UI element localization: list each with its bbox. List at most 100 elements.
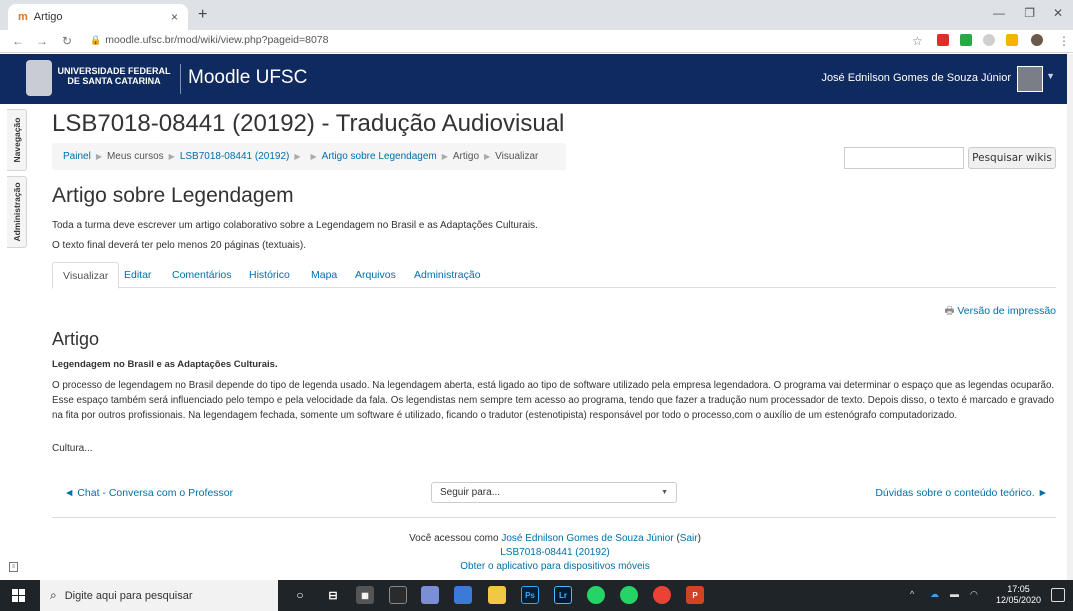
notification-center-icon[interactable] [1051, 588, 1065, 602]
breadcrumb-separator-icon: ▶ [441, 152, 448, 161]
task-view-icon[interactable]: ⊟ [324, 586, 342, 604]
app-icon[interactable] [454, 586, 472, 604]
tray-chevron-up-icon[interactable]: ^ [910, 589, 914, 599]
footer-divider [52, 517, 1056, 518]
browser-tab[interactable]: m Artigo × [8, 4, 188, 30]
dock-navigation[interactable]: Navegação [7, 109, 27, 171]
tab-title: Artigo [33, 11, 63, 23]
minimize-icon[interactable]: — [993, 6, 1005, 20]
previous-activity-link[interactable]: ◄ Chat - Conversa com o Professor [64, 487, 233, 499]
app-icon[interactable] [421, 586, 439, 604]
page-scrollbar[interactable] [1067, 54, 1073, 580]
page-title: LSB7018-08441 (20192) - Tradução Audiovi… [52, 110, 565, 137]
extension-icon[interactable] [1006, 34, 1018, 46]
cortana-icon[interactable]: ○ [291, 586, 309, 604]
battery-icon[interactable]: ▬ [950, 589, 959, 599]
profile-avatar-icon[interactable] [1031, 34, 1043, 46]
user-menu-name[interactable]: José Ednilson Gomes de Souza Júnior [821, 72, 1011, 84]
tab-close-icon[interactable]: × [171, 10, 178, 24]
taskbar-clock[interactable]: 17:05 12/05/2020 [996, 584, 1041, 606]
university-name[interactable]: UNIVERSIDADE FEDERAL DE SANTA CATARINA [56, 66, 172, 86]
breadcrumb-separator-icon: ▶ [310, 152, 317, 161]
printer-icon: 🖶 [944, 305, 955, 317]
print-version-link[interactable]: 🖶 Versão de impressão [944, 303, 1056, 321]
new-tab-button[interactable]: + [198, 6, 207, 24]
logout-link[interactable]: Sair [680, 533, 698, 544]
chrome-icon[interactable] [653, 586, 671, 604]
avatar[interactable] [1017, 66, 1043, 92]
whatsapp-icon[interactable] [620, 586, 638, 604]
breadcrumb-item-course[interactable]: LSB7018-08441 (20192) [180, 151, 290, 162]
breadcrumb-item-visualizar: Visualizar [495, 151, 539, 162]
search-wikis-button[interactable]: Pesquisar wikis [968, 147, 1056, 169]
document-icon[interactable]: ≡ [9, 562, 18, 572]
whatsapp-icon[interactable] [587, 586, 605, 604]
logged-in-info: Você acessou como José Ednilson Gomes de… [409, 533, 701, 544]
footer-course-link[interactable]: LSB7018-08441 (20192) [500, 547, 610, 558]
breadcrumb-item-painel[interactable]: Painel [63, 151, 91, 162]
jump-to-select[interactable]: Seguir para... ▼ [431, 482, 677, 503]
next-activity-link[interactable]: Dúvidas sobre o conteúdo teórico. ► [875, 487, 1048, 499]
forward-icon[interactable]: → [36, 34, 48, 48]
footer-course-link-row: LSB7018-08441 (20192) [0, 547, 1073, 558]
close-window-icon[interactable]: ✕ [1053, 6, 1063, 20]
browser-menu-icon[interactable]: ⋮ [1058, 34, 1070, 48]
app-icon[interactable] [389, 586, 407, 604]
wiki-body-text: O processo de legendagem no Brasil depen… [52, 380, 1055, 422]
wiki-intro-line: O texto final deverá ter pelo menos 20 p… [52, 240, 307, 251]
wiki-tabs: Visualizar Editar Comentários Histórico … [52, 262, 1056, 289]
extension-icon[interactable] [983, 34, 995, 46]
breadcrumb-item-wiki[interactable]: Artigo sobre Legendagem [322, 151, 437, 162]
tab-visualizar[interactable]: Visualizar [52, 262, 120, 289]
wifi-icon[interactable]: ◠ [970, 589, 978, 600]
lock-icon: 🔒 [90, 35, 102, 45]
taskbar: ⌕ Digite aqui para pesquisar ○ ⊟ ▦ Ps Lr… [0, 580, 1073, 611]
footer-mobile-app-row: Obter o aplicativo para dispositivos móv… [0, 561, 1073, 572]
wiki-search-input[interactable] [844, 147, 964, 169]
dock-navigation-label: Navegação [12, 117, 22, 163]
reload-icon[interactable]: ↻ [62, 34, 72, 48]
search-icon: ⌕ [50, 588, 57, 602]
browser-tab-strip: m Artigo × + — ❐ ✕ [0, 0, 1073, 30]
powerpoint-icon[interactable]: P [686, 586, 704, 604]
browser-toolbar: ← → ↻ 🔒 moodle.ufsc.br/mod/wiki/view.php?… [0, 30, 1073, 53]
url-text: moodle.ufsc.br/mod/wiki/view.php?pageid=… [105, 34, 329, 46]
taskbar-search[interactable]: ⌕ Digite aqui para pesquisar [40, 580, 278, 611]
lightroom-icon[interactable]: Lr [554, 586, 572, 604]
mobile-app-link[interactable]: Obter o aplicativo para dispositivos móv… [460, 561, 650, 572]
chevron-down-icon[interactable]: ▼ [1046, 71, 1055, 81]
wiki-body-tail: Cultura... [52, 443, 93, 454]
tab-historico[interactable]: Histórico [239, 262, 300, 288]
back-icon[interactable]: ← [12, 34, 24, 48]
photoshop-icon[interactable]: Ps [521, 586, 539, 604]
wiki-intro-line: Toda a turma deve escrever um artigo col… [52, 220, 538, 231]
calculator-icon[interactable]: ▦ [356, 586, 374, 604]
extension-icon[interactable] [937, 34, 949, 46]
dock-administration[interactable]: Administração [7, 176, 27, 248]
windows-start-icon[interactable] [12, 589, 25, 602]
bookmark-star-icon[interactable]: ☆ [912, 34, 923, 48]
maximize-icon[interactable]: ❐ [1024, 6, 1035, 20]
breadcrumb-separator-icon: ▶ [168, 152, 175, 161]
breadcrumb-separator-icon: ▶ [484, 152, 491, 161]
taskbar-search-placeholder: Digite aqui para pesquisar [64, 589, 193, 602]
file-explorer-icon[interactable] [488, 586, 506, 604]
site-brand[interactable]: Moodle UFSC [188, 67, 307, 89]
tab-comentarios[interactable]: Comentários [162, 262, 242, 288]
dock-administration-label: Administração [12, 182, 22, 242]
address-bar[interactable]: 🔒 moodle.ufsc.br/mod/wiki/view.php?pageid… [90, 34, 328, 46]
moodle-favicon-icon: m [18, 11, 28, 23]
onedrive-icon[interactable]: ☁ [930, 589, 939, 600]
tab-mapa[interactable]: Mapa [301, 262, 347, 288]
tab-editar[interactable]: Editar [114, 262, 161, 288]
breadcrumb-separator-icon: ▶ [95, 152, 102, 161]
tab-administracao[interactable]: Administração [404, 262, 491, 288]
tab-arquivos[interactable]: Arquivos [345, 262, 406, 288]
footer-user-link[interactable]: José Ednilson Gomes de Souza Júnior [501, 533, 673, 544]
breadcrumb-separator-icon: ▶ [294, 152, 301, 161]
extension-icon[interactable] [960, 34, 972, 46]
wiki-page-heading: Artigo [52, 329, 100, 349]
breadcrumb-item-artigo: Artigo [452, 151, 480, 162]
breadcrumb-item-meus-cursos: Meus cursos [106, 151, 164, 162]
jump-to-value: Seguir para... [440, 487, 501, 498]
